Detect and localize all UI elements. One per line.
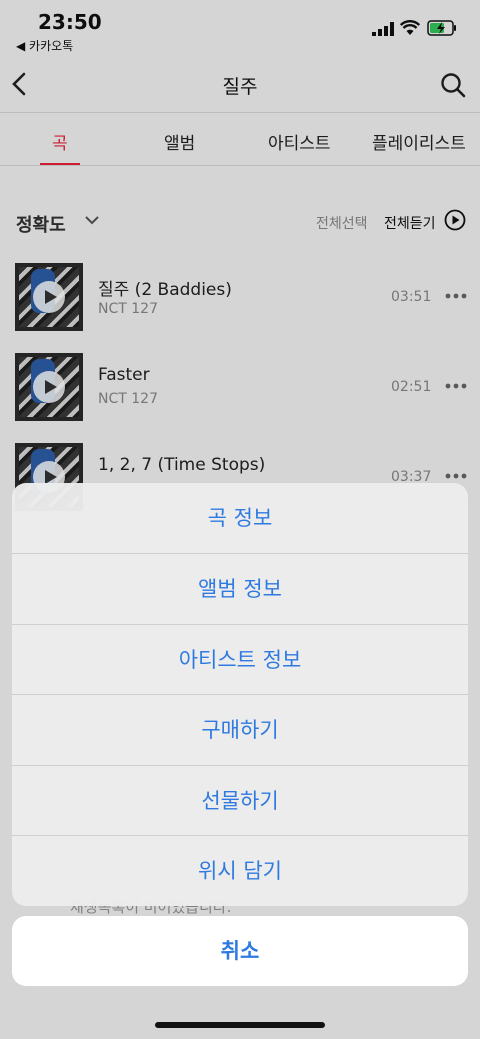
song-info-button[interactable]: 곡 정보 (12, 483, 468, 553)
action-sheet: 곡 정보 앨범 정보 아티스트 정보 구매하기 선물하기 위시 담기 (12, 483, 468, 906)
purchase-button[interactable]: 구매하기 (12, 694, 468, 765)
home-indicator[interactable] (155, 1022, 325, 1028)
gift-button[interactable]: 선물하기 (12, 765, 468, 836)
artist-info-button[interactable]: 아티스트 정보 (12, 624, 468, 695)
add-to-wishlist-button[interactable]: 위시 담기 (12, 835, 468, 906)
album-info-button[interactable]: 앨범 정보 (12, 553, 468, 624)
cancel-button[interactable]: 취소 (12, 916, 468, 986)
screen: 23:50 ◀ 카카오톡 질주 곡 앨범 아티스트 플레이리스트 정확도 전체선… (0, 0, 480, 1039)
